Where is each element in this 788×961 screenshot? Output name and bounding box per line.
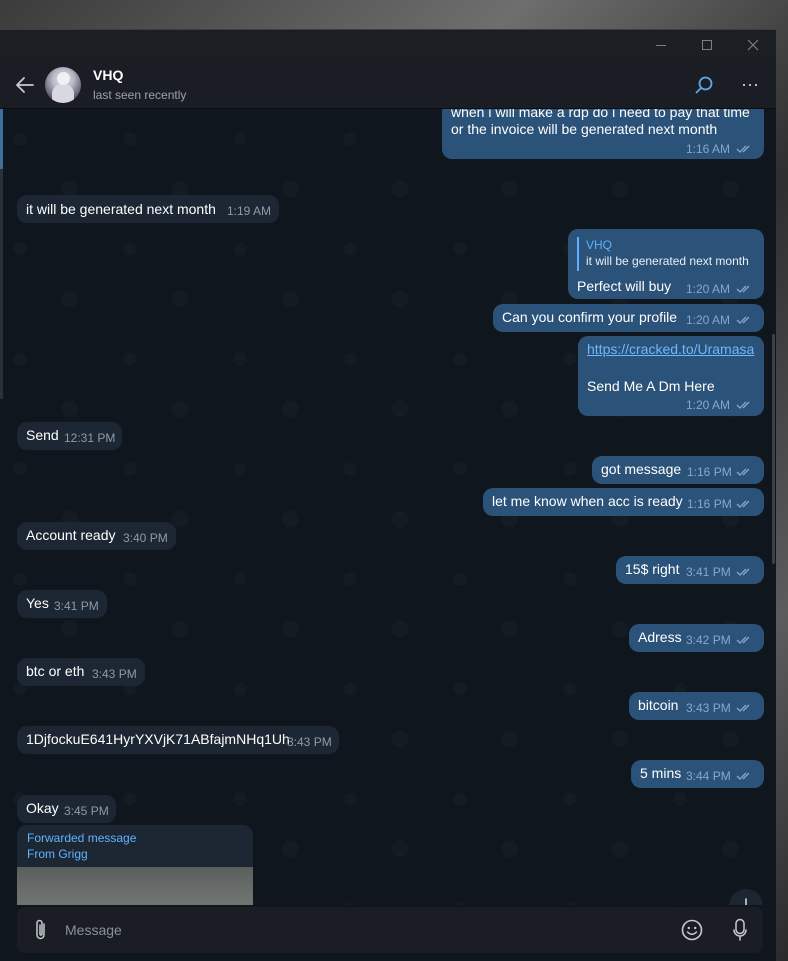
message-bubble[interactable]: got message 1:16 PM: [592, 456, 764, 484]
message-text: 5 mins: [640, 765, 682, 781]
forwarded-from[interactable]: From Grigg: [27, 847, 88, 861]
reply-author: VHQ: [586, 238, 613, 252]
telegram-window: VHQ last seen recently ⋯ when i will mak…: [0, 29, 776, 961]
microphone-icon[interactable]: [733, 918, 747, 942]
read-check-icon: [736, 568, 750, 576]
message-bubble[interactable]: Send 12:31 PM: [17, 422, 122, 450]
message-time: 1:16 AM: [686, 142, 731, 156]
message-text: when i will make a rdp do i need to pay …: [451, 109, 750, 120]
read-check-icon: [736, 636, 750, 644]
message-list[interactable]: when i will make a rdp do i need to pay …: [0, 109, 776, 905]
search-icon[interactable]: [694, 75, 714, 95]
message-text: or the invoice will be generated next mo…: [451, 121, 718, 137]
message-text: Adress: [638, 629, 682, 645]
message-bubble[interactable]: Okay 3:45 PM: [17, 795, 116, 823]
message-text: bitcoin: [638, 697, 679, 713]
message-bubble[interactable]: btc or eth 3:43 PM: [17, 658, 145, 686]
read-check-icon: [736, 772, 750, 780]
read-check-icon: [736, 316, 750, 324]
message-text: let me know when acc is ready: [492, 493, 683, 509]
message-time: 1:19 AM: [227, 204, 272, 218]
more-options-icon[interactable]: ⋯: [741, 76, 760, 94]
close-button[interactable]: [730, 30, 776, 61]
message-bubble[interactable]: it will be generated next month 1:19 AM: [17, 195, 279, 223]
message-composer: Message: [17, 907, 763, 953]
message-bubble[interactable]: let me know when acc is ready 1:16 PM: [483, 488, 764, 516]
message-time: 1:20 AM: [686, 398, 731, 412]
message-bubble[interactable]: 5 mins 3:44 PM: [631, 760, 764, 788]
message-text: Send Me A Dm Here: [587, 378, 715, 394]
message-text: it will be generated next month: [26, 201, 216, 217]
forwarded-label: Forwarded message: [27, 831, 137, 845]
message-time: 1:16 PM: [687, 465, 732, 479]
message-bubble[interactable]: Account ready 3:40 PM: [17, 522, 176, 550]
message-time: 1:20 AM: [686, 313, 731, 327]
message-bubble[interactable]: Adress 3:42 PM: [629, 624, 764, 652]
message-time: 3:40 PM: [123, 531, 168, 545]
emoji-icon[interactable]: [681, 919, 703, 941]
message-bubble[interactable]: when i will make a rdp do i need to pay …: [442, 109, 764, 159]
maximize-button[interactable]: [684, 30, 730, 61]
left-scroll-indicator: [0, 109, 3, 399]
message-time: 1:20 AM: [686, 282, 731, 296]
message-bubble[interactable]: 15$ right 3:41 PM: [616, 556, 764, 584]
message-time: 3:41 PM: [54, 599, 99, 613]
reply-quote-bar: [577, 237, 579, 271]
read-check-icon: [736, 145, 750, 153]
message-bubble[interactable]: bitcoin 3:43 PM: [629, 692, 764, 720]
scroll-down-button[interactable]: [729, 889, 763, 905]
title-bar: [0, 30, 776, 61]
message-text: Okay: [26, 800, 59, 816]
message-time: 3:42 PM: [686, 633, 731, 647]
read-check-icon: [736, 500, 750, 508]
message-bubble[interactable]: Yes 3:41 PM: [17, 590, 107, 618]
read-check-icon: [736, 401, 750, 409]
message-bubble[interactable]: 1DjfockuE641HyrYXVjK71ABfajmNHq1Uh 3:43 …: [17, 726, 339, 754]
forwarded-image[interactable]: [17, 867, 253, 905]
chat-header: VHQ last seen recently ⋯: [0, 61, 776, 109]
profile-link[interactable]: https://cracked.to/Uramasa: [587, 341, 754, 357]
read-check-icon: [736, 468, 750, 476]
message-time: 3:43 PM: [92, 667, 137, 681]
back-arrow-icon[interactable]: [15, 76, 35, 94]
read-check-icon: [736, 704, 750, 712]
message-text: Yes: [26, 595, 49, 611]
reply-text: it will be generated next month: [586, 254, 749, 268]
minimize-icon: [656, 45, 666, 46]
message-bubble[interactable]: https://cracked.to/Uramasa Send Me A Dm …: [578, 336, 764, 416]
close-icon: [747, 39, 759, 51]
chat-status: last seen recently: [93, 88, 187, 102]
message-time: 3:41 PM: [686, 565, 731, 579]
message-text: 1DjfockuE641HyrYXVjK71ABfajmNHq1Uh: [26, 731, 290, 747]
arrow-down-icon: [745, 898, 747, 905]
scrollbar[interactable]: [772, 334, 775, 564]
avatar[interactable]: [45, 67, 81, 103]
read-check-icon: [736, 285, 750, 293]
message-text: Perfect will buy: [577, 278, 672, 294]
message-time: 3:43 PM: [287, 735, 332, 749]
message-text: Send: [26, 427, 59, 443]
message-text: Can you confirm your profile: [502, 309, 678, 325]
chat-name[interactable]: VHQ: [93, 67, 123, 83]
message-time: 3:44 PM: [686, 769, 731, 783]
forwarded-message[interactable]: Forwarded message From Grigg: [17, 825, 253, 905]
message-text: btc or eth: [26, 663, 85, 679]
maximize-icon: [702, 40, 712, 50]
paperclip-icon[interactable]: [34, 918, 48, 942]
message-text: got message: [601, 461, 682, 477]
message-time: 3:43 PM: [686, 701, 731, 715]
message-time: 3:45 PM: [64, 804, 109, 818]
message-bubble[interactable]: VHQ it will be generated next month Perf…: [568, 229, 764, 299]
message-text: Account ready: [26, 527, 116, 543]
message-text: 15$ right: [625, 561, 680, 577]
message-time: 1:16 PM: [687, 497, 732, 511]
message-input[interactable]: Message: [65, 922, 122, 938]
message-bubble[interactable]: Can you confirm your profile 1:20 AM: [493, 304, 764, 332]
message-time: 12:31 PM: [64, 431, 116, 445]
minimize-button[interactable]: [638, 30, 684, 61]
